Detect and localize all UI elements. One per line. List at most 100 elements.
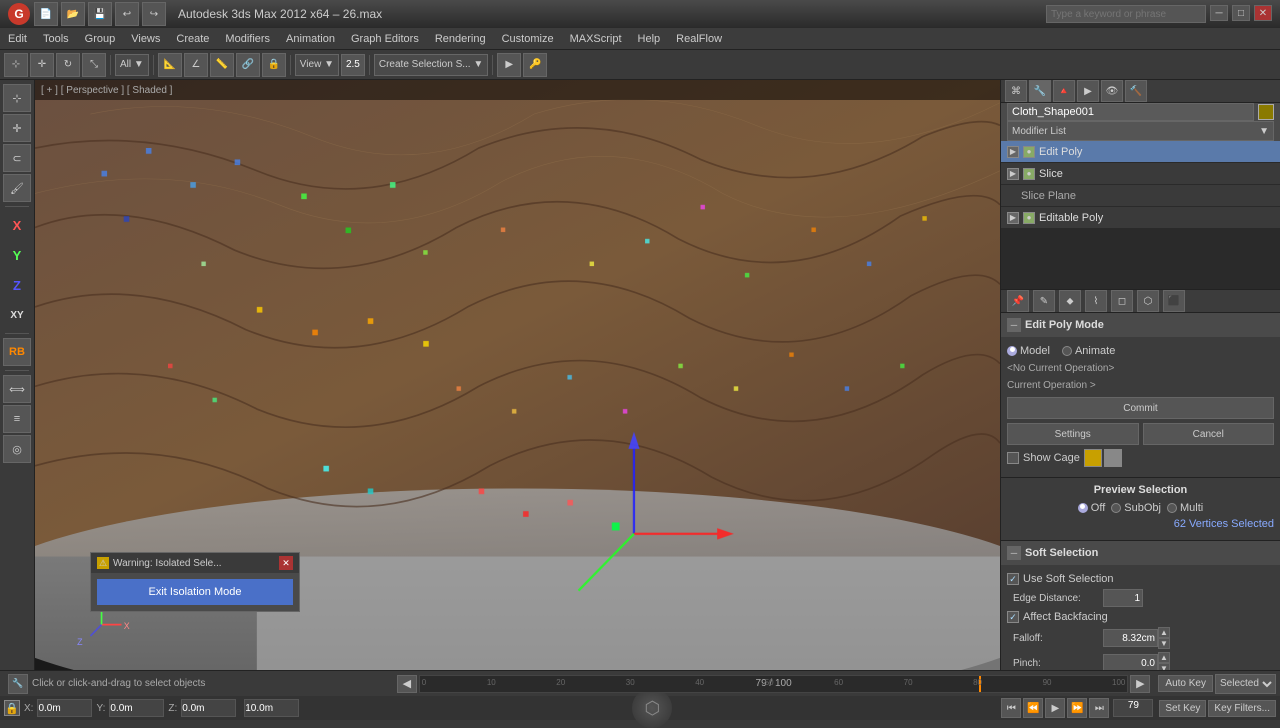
modifier-editable-poly[interactable]: ▶ ● Editable Poly — [1001, 207, 1280, 229]
spinner-snap-btn[interactable]: 📏 — [210, 53, 234, 77]
key-btn[interactable]: 🔑 — [523, 53, 547, 77]
menu-rendering[interactable]: Rendering — [427, 31, 494, 47]
mod-expand-icon[interactable]: ▶ — [1007, 146, 1019, 158]
menu-maxscript[interactable]: MAXScript — [562, 31, 630, 47]
anim-first-btn[interactable]: ⏮ — [1001, 698, 1021, 718]
key-filters-btn[interactable]: Key Filters... — [1208, 700, 1276, 717]
save-btn[interactable]: 💾 — [88, 2, 112, 26]
object-color-swatch[interactable] — [1258, 104, 1274, 120]
menu-group[interactable]: Group — [77, 31, 124, 47]
lt-mirror-btn[interactable]: ⟺ — [3, 375, 31, 403]
menu-animation[interactable]: Animation — [278, 31, 343, 47]
pinch-up[interactable]: ▲ — [1158, 652, 1170, 663]
lt-rb-btn[interactable]: RB — [3, 338, 31, 366]
move-tool[interactable]: ✛ — [30, 53, 54, 77]
falloff-spinner[interactable]: ▲ ▼ — [1158, 627, 1170, 649]
play-btn[interactable]: ▶ — [497, 53, 521, 77]
edit-poly-collapse[interactable]: ─ — [1007, 318, 1021, 332]
open-btn[interactable]: 📂 — [61, 2, 85, 26]
utilities-icon[interactable]: 🔨 — [1125, 80, 1147, 102]
command-panel-icon[interactable]: ⌘ — [1005, 80, 1027, 102]
stack-edge-icon[interactable]: ⌇ — [1085, 290, 1107, 312]
modifier-slice-plane[interactable]: Slice Plane — [1001, 185, 1280, 207]
distance-input[interactable] — [244, 699, 299, 717]
commit-btn[interactable]: Commit — [1007, 397, 1274, 419]
menu-views[interactable]: Views — [123, 31, 168, 47]
lt-obj-btn[interactable]: ◎ — [3, 435, 31, 463]
pinch-spinner[interactable]: ▲ ▼ — [1158, 652, 1170, 670]
soft-sel-collapse[interactable]: ─ — [1007, 546, 1021, 560]
modifier-list-dropdown[interactable]: Modifier List ▼ — [1007, 121, 1274, 141]
edge-dist-spinner[interactable] — [1103, 589, 1143, 607]
object-name-input[interactable] — [1007, 103, 1254, 121]
mod-expand-icon-2[interactable]: ▶ — [1007, 168, 1019, 180]
modifier-edit-poly[interactable]: ▶ ● Edit Poly — [1001, 141, 1280, 163]
frame-field[interactable]: 79 — [1113, 699, 1153, 717]
snap-btn[interactable]: 📐 — [158, 53, 182, 77]
pivot-field[interactable]: 2.5 — [341, 54, 365, 76]
selection-dropdown[interactable]: Create Selection S... ▼ — [374, 54, 488, 76]
use-soft-sel-checkbox[interactable] — [1007, 573, 1019, 585]
menu-help[interactable]: Help — [630, 31, 669, 47]
z-coord-input[interactable] — [181, 699, 236, 717]
selected-dropdown[interactable]: Selected — [1215, 674, 1276, 694]
edge-dist-input[interactable] — [1103, 589, 1143, 607]
anim-last-btn[interactable]: ⏭ — [1089, 698, 1109, 718]
stack-element-icon[interactable]: ⬛ — [1163, 290, 1185, 312]
rotate-tool[interactable]: ↻ — [56, 53, 80, 77]
modifier-slice[interactable]: ▶ ● Slice — [1001, 163, 1280, 185]
exit-isolation-btn[interactable]: Exit Isolation Mode — [97, 579, 293, 605]
stack-border-icon[interactable]: ◻ — [1111, 290, 1133, 312]
affect-backfacing-checkbox[interactable] — [1007, 611, 1019, 623]
animate-radio[interactable]: Animate — [1062, 345, 1115, 357]
viewport[interactable]: [ + ] [ Perspective ] [ Shaded ] — [35, 80, 1000, 670]
maximize-btn[interactable]: □ — [1232, 5, 1250, 21]
redo-btn[interactable]: ↪ — [142, 2, 166, 26]
lt-align-btn[interactable]: ≡ — [3, 405, 31, 433]
menu-customize[interactable]: Customize — [494, 31, 562, 47]
view-dropdown[interactable]: View ▼ — [295, 54, 339, 76]
falloff-up[interactable]: ▲ — [1158, 627, 1170, 638]
pinch-down[interactable]: ▼ — [1158, 663, 1170, 670]
lasso-btn[interactable]: ⊂ — [3, 144, 31, 172]
stack-active-icon[interactable]: ✎ — [1033, 290, 1055, 312]
mod-vis-icon[interactable]: ● — [1023, 146, 1035, 158]
cancel-btn[interactable]: Cancel — [1143, 423, 1275, 445]
lock-icon[interactable]: 🔒 — [4, 700, 20, 716]
menu-realflow[interactable]: RealFlow — [668, 31, 730, 47]
timeline-next-btn[interactable]: ▶ — [1130, 675, 1150, 693]
menu-create[interactable]: Create — [168, 31, 217, 47]
preview-multi-radio[interactable]: Multi — [1167, 502, 1203, 514]
menu-edit[interactable]: Edit — [0, 31, 35, 47]
mod-expand-icon-3[interactable]: ▶ — [1007, 212, 1019, 224]
modifier-panel-icon[interactable]: 🔧 — [1029, 80, 1051, 102]
angle-snap-btn[interactable]: ∠ — [184, 53, 208, 77]
close-btn[interactable]: ✕ — [1254, 5, 1272, 21]
bind-btn[interactable]: 🔒 — [262, 53, 286, 77]
set-key-btn[interactable]: Set Key — [1159, 700, 1206, 717]
x-coord-input[interactable] — [37, 699, 92, 717]
filter-dropdown[interactable]: All ▼ — [115, 54, 149, 76]
anim-next-btn[interactable]: ⏩ — [1067, 698, 1087, 718]
mod-vis-icon-2[interactable]: ● — [1023, 168, 1035, 180]
hierarchy-icon[interactable]: 🔺 — [1053, 80, 1075, 102]
model-radio-circle[interactable] — [1007, 346, 1017, 356]
cage-color-2[interactable] — [1104, 449, 1122, 467]
anim-play-btn[interactable]: ▶ — [1045, 698, 1065, 718]
preview-subobj-radio[interactable]: SubObj — [1111, 502, 1161, 514]
preview-off-radio[interactable]: Off — [1078, 502, 1105, 514]
preview-subobj-circle[interactable] — [1111, 503, 1121, 513]
menu-tools[interactable]: Tools — [35, 31, 77, 47]
select-tool[interactable]: ⊹ — [4, 53, 28, 77]
cage-color-1[interactable] — [1084, 449, 1102, 467]
menu-graph-editors[interactable]: Graph Editors — [343, 31, 427, 47]
display-icon[interactable]: 👁 — [1101, 80, 1123, 102]
pinch-input[interactable] — [1103, 654, 1158, 670]
animate-radio-circle[interactable] — [1062, 346, 1072, 356]
model-radio[interactable]: Model — [1007, 345, 1050, 357]
stack-vertex-icon[interactable]: ⬥ — [1059, 290, 1081, 312]
timeline-bar[interactable]: 79 / 100 0 10 20 30 40 50 60 70 80 90 10… — [419, 675, 1129, 693]
settings-btn[interactable]: Settings — [1007, 423, 1139, 445]
minimize-btn[interactable]: ─ — [1210, 5, 1228, 21]
select-lt-btn[interactable]: ⊹ — [3, 84, 31, 112]
